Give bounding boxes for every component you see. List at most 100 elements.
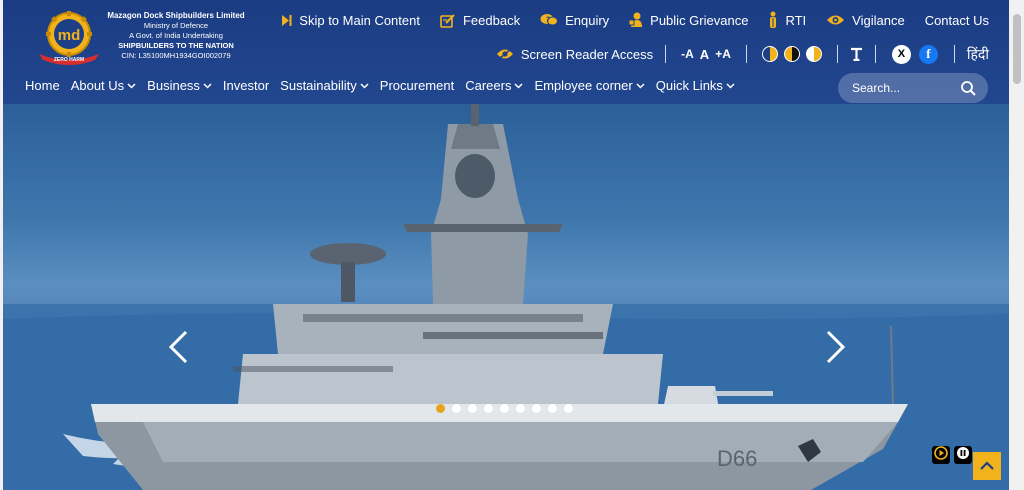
main-nav: Home About Us Business Investor Sustaina… <box>25 78 746 93</box>
site-header: md ZERO HARM Mazagon Dock Shipbuilders L… <box>3 0 1009 104</box>
carousel-indicators <box>436 404 573 413</box>
vigilance-link[interactable]: Vigilance <box>826 13 905 28</box>
rti-link[interactable]: RTI <box>768 11 806 29</box>
org-tagline: SHIPBUILDERS TO THE NATION <box>118 41 234 50</box>
org-undertaking: A Govt. of India Undertaking <box>129 31 223 40</box>
nav-label: Quick Links <box>655 78 723 93</box>
carousel-dot[interactable] <box>436 404 445 413</box>
org-name: Mazagon Dock Shipbuilders Limited <box>107 11 245 20</box>
chevron-right-icon <box>825 330 847 368</box>
grievance-icon <box>629 12 643 28</box>
grievance-label: Public Grievance <box>650 12 749 28</box>
feedback-link[interactable]: Feedback <box>440 13 520 28</box>
contrast-yellow-button[interactable] <box>761 46 778 62</box>
svg-text:ZERO HARM: ZERO HARM <box>54 57 84 63</box>
font-increase-button[interactable]: +A <box>715 47 731 61</box>
carousel-dot[interactable] <box>532 404 541 413</box>
enquiry-link[interactable]: ? Enquiry <box>540 13 609 28</box>
skip-to-main-link[interactable]: Skip to Main Content <box>281 13 420 28</box>
enquiry-label: Enquiry <box>565 12 610 28</box>
contact-us-link[interactable]: Contact Us <box>925 13 989 28</box>
contrast-light-button[interactable] <box>805 46 822 62</box>
top-links: Skip to Main Content Feedback ? Enquiry … <box>261 10 989 30</box>
page-scrollbar[interactable] <box>1010 0 1024 490</box>
play-icon <box>934 445 948 465</box>
hindi-language-link[interactable]: हिंदी <box>967 45 989 64</box>
public-grievance-link[interactable]: Public Grievance <box>629 12 748 28</box>
chevron-up-icon <box>980 457 994 475</box>
nav-label: Investor <box>222 78 270 93</box>
nav-sustainability[interactable]: Sustainability <box>280 78 369 93</box>
skip-label: Skip to Main Content <box>299 12 420 28</box>
nav-employee-corner[interactable]: Employee corner <box>534 78 645 93</box>
facebook-icon[interactable]: f <box>918 44 938 64</box>
chevron-down-icon <box>360 82 369 89</box>
nav-about-us[interactable]: About Us <box>71 78 136 93</box>
carousel-dot[interactable] <box>548 404 557 413</box>
rti-label: RTI <box>785 12 807 28</box>
divider <box>745 45 747 63</box>
carousel-dot[interactable] <box>500 404 509 413</box>
search-icon[interactable] <box>961 80 976 96</box>
screen-reader-icon <box>496 48 514 60</box>
vigilance-label: Vigilance <box>852 12 905 28</box>
org-ministry: Ministry of Defence <box>143 21 209 30</box>
nav-label: Sustainability <box>280 78 357 93</box>
contrast-dark-button[interactable] <box>783 46 800 62</box>
carousel-next-button[interactable] <box>825 330 847 369</box>
x-twitter-icon[interactable]: X <box>891 44 911 64</box>
carousel-dot[interactable] <box>468 404 477 413</box>
search-input[interactable] <box>852 81 952 95</box>
divider <box>665 45 667 63</box>
carousel-pause-button[interactable] <box>954 446 972 464</box>
carousel-play-button[interactable] <box>932 445 950 465</box>
chevron-left-icon <box>167 330 189 368</box>
hero-carousel: D66 <box>3 104 1009 490</box>
nav-business[interactable]: Business <box>147 78 212 93</box>
text-spacing-icon[interactable] <box>850 47 863 61</box>
browser-viewport: md ZERO HARM Mazagon Dock Shipbuilders L… <box>3 0 1009 490</box>
font-decrease-button[interactable]: -A <box>681 47 694 61</box>
search-box <box>838 73 988 103</box>
scroll-to-top-button[interactable] <box>973 452 1001 480</box>
nav-home[interactable]: Home <box>25 78 60 93</box>
nav-investor[interactable]: Investor <box>223 78 269 93</box>
rti-icon <box>768 11 778 29</box>
nav-careers[interactable]: Careers <box>465 78 523 93</box>
warship-image: D66 <box>3 104 1009 490</box>
accessibility-bar: Screen Reader Access -A A +A X f हिंदी <box>496 43 989 65</box>
scrollbar-thumb[interactable] <box>1013 14 1021 84</box>
chevron-down-icon <box>127 82 136 89</box>
chevron-down-icon <box>636 82 645 89</box>
carousel-dot[interactable] <box>452 404 461 413</box>
hull-number: D66 <box>717 446 757 471</box>
contact-label: Contact Us <box>924 12 989 28</box>
enquiry-icon: ? <box>540 13 559 27</box>
carousel-dot[interactable] <box>516 404 525 413</box>
screen-reader-link[interactable]: Screen Reader Access <box>521 47 653 62</box>
org-info: Mazagon Dock Shipbuilders Limited Minist… <box>103 11 249 61</box>
divider <box>953 45 955 63</box>
nav-label: About Us <box>70 78 125 93</box>
svg-text:md: md <box>58 27 81 44</box>
vigilance-icon <box>826 14 845 26</box>
svg-text:?: ? <box>546 17 550 24</box>
carousel-prev-button[interactable] <box>167 330 189 369</box>
nav-label: Employee corner <box>534 78 633 93</box>
nav-procurement[interactable]: Procurement <box>380 78 454 93</box>
carousel-dot[interactable] <box>484 404 493 413</box>
font-normal-button[interactable]: A <box>700 47 709 62</box>
carousel-dot[interactable] <box>564 404 573 413</box>
divider <box>836 45 838 63</box>
skip-icon <box>281 14 292 27</box>
nav-label: Business <box>147 78 200 93</box>
org-cin: CIN: L35100MH1934GOI002079 <box>121 51 231 60</box>
feedback-icon <box>440 13 456 28</box>
nav-label: Procurement <box>379 78 455 93</box>
mdl-logo[interactable]: md ZERO HARM <box>33 10 105 66</box>
feedback-label: Feedback <box>462 12 521 28</box>
chevron-down-icon <box>203 82 212 89</box>
nav-label: Home <box>25 78 60 93</box>
nav-quick-links[interactable]: Quick Links <box>656 78 735 93</box>
nav-label: Careers <box>465 78 512 93</box>
